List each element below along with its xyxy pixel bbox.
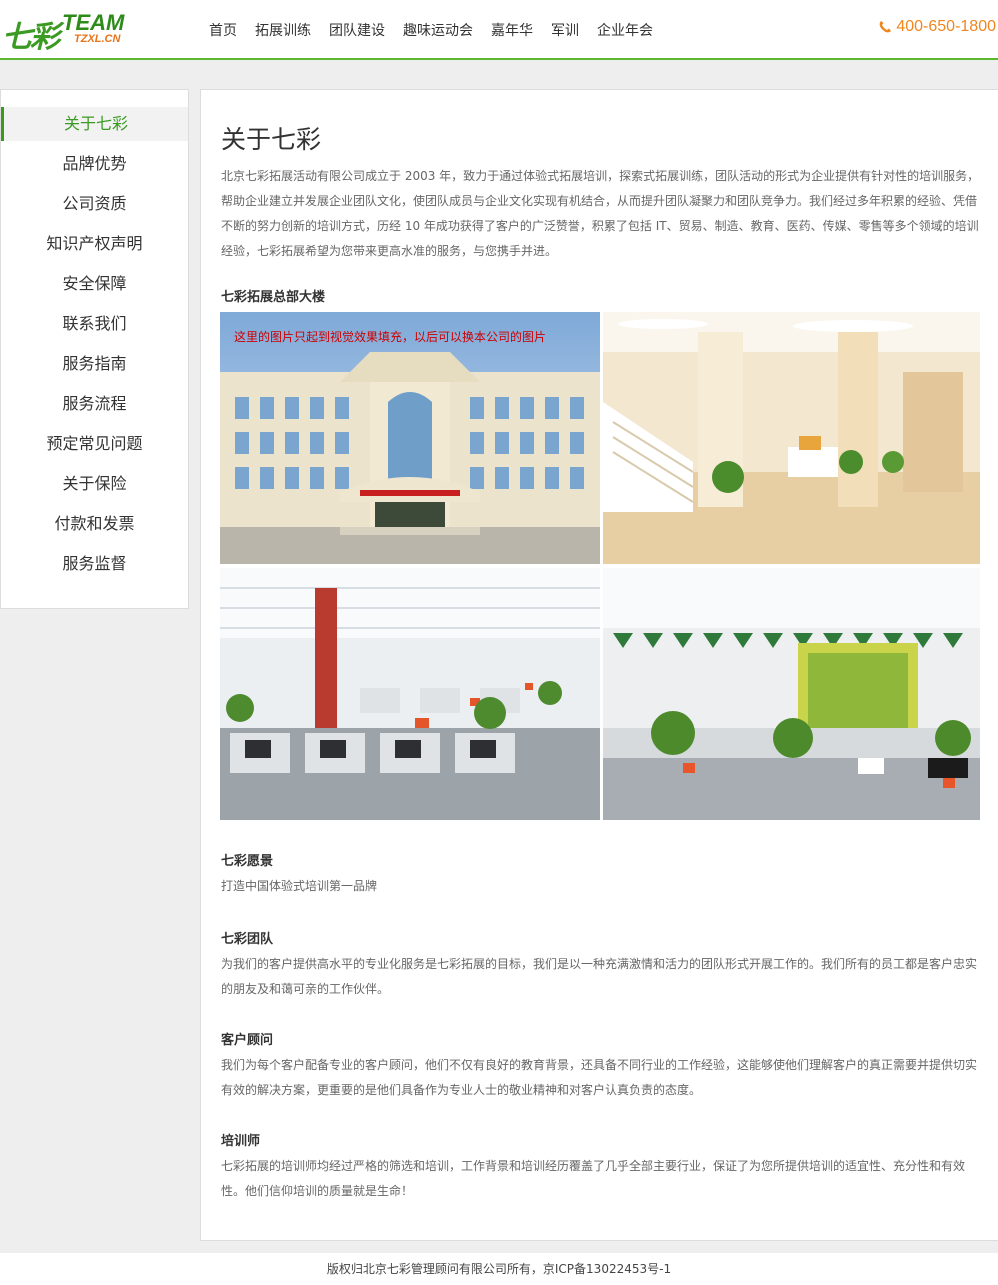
office-photo-2 xyxy=(603,568,980,820)
logo-chinese: 七彩 xyxy=(2,20,60,55)
sidebar-item-safety[interactable]: 安全保障 xyxy=(1,267,188,301)
copyright-text: 版权归北京七彩管理顾问有限公司所有，京ICP备13022453号-1 xyxy=(326,1262,672,1276)
nav-annual-party[interactable]: 企业年会 xyxy=(597,20,653,40)
site-footer: 版权归北京七彩管理顾问有限公司所有，京ICP备13022453号-1 xyxy=(0,1253,998,1285)
nav-home[interactable]: 首页 xyxy=(209,20,237,40)
hq-heading: 七彩拓展总部大楼 xyxy=(221,290,326,305)
site-logo[interactable]: 七彩 TEAM TZXL.CN xyxy=(0,10,140,55)
sidebar-item-service-process[interactable]: 服务流程 xyxy=(1,387,188,421)
consultant-text: 我们为每个客户配备专业的客户顾问，他们不仅有良好的教育背景，还具备不同行业的工作… xyxy=(221,1058,978,1097)
page-title: 关于七彩 xyxy=(221,125,322,154)
logo-domain: TZXL.CN xyxy=(74,33,121,45)
vision-heading: 七彩愿景 xyxy=(221,854,274,869)
sidebar-item-faq[interactable]: 预定常见问题 xyxy=(1,427,188,461)
nav-fun-sports[interactable]: 趣味运动会 xyxy=(403,20,473,40)
vision-text: 打造中国体验式培训第一品牌 xyxy=(221,879,378,893)
nav-team-building[interactable]: 团队建设 xyxy=(329,20,385,40)
nav-outward-training[interactable]: 拓展训练 xyxy=(255,20,311,40)
sidebar-item-qualification[interactable]: 公司资质 xyxy=(1,187,188,221)
sidebar-item-service-guide[interactable]: 服务指南 xyxy=(1,347,188,381)
phone-icon xyxy=(880,21,892,33)
building-exterior-photo: 这里的图片只起到视觉效果填充，以后可以换本公司的图片 xyxy=(220,312,600,564)
main-nav: 首页 拓展训练 团队建设 趣味运动会 嘉年华 军训 企业年会 xyxy=(200,0,662,60)
team-heading: 七彩团队 xyxy=(221,932,274,947)
sidebar-item-ip-statement[interactable]: 知识产权声明 xyxy=(1,227,188,261)
sidebar-item-contact[interactable]: 联系我们 xyxy=(1,307,188,341)
sidebar: 关于七彩 品牌优势 公司资质 知识产权声明 安全保障 联系我们 服务指南 服务流… xyxy=(0,89,189,609)
sidebar-item-supervision[interactable]: 服务监督 xyxy=(1,547,188,581)
photo-caption: 这里的图片只起到视觉效果填充，以后可以换本公司的图片 xyxy=(234,330,547,344)
team-text: 为我们的客户提供高水平的专业化服务是七彩拓展的目标，我们是以一种充满激情和活力的… xyxy=(221,957,978,996)
phone-number: 400-650-1800 xyxy=(896,18,996,35)
nav-military-training[interactable]: 军训 xyxy=(551,20,579,40)
trainer-text: 七彩拓展的培训师均经过严格的筛选和培训，工作背景和培训经历覆盖了几乎全部主要行业… xyxy=(221,1159,966,1198)
lobby-photo xyxy=(603,312,980,564)
consultant-heading: 客户顾问 xyxy=(221,1033,274,1048)
trainer-heading: 培训师 xyxy=(221,1134,261,1149)
nav-carnival[interactable]: 嘉年华 xyxy=(491,20,533,40)
site-header: 七彩 TEAM TZXL.CN 首页 拓展训练 团队建设 趣味运动会 嘉年华 军… xyxy=(0,0,998,60)
hotline[interactable]: 400-650-1800 xyxy=(878,18,996,36)
main-content: 关于七彩 北京七彩拓展活动有限公司成立于 2003 年，致力于通过体验式拓展培训… xyxy=(200,89,998,1241)
office-photo-1 xyxy=(220,568,600,820)
sidebar-item-about[interactable]: 关于七彩 xyxy=(1,107,188,141)
sidebar-item-insurance[interactable]: 关于保险 xyxy=(1,467,188,501)
intro-paragraph: 北京七彩拓展活动有限公司成立于 2003 年，致力于通过体验式拓展培训，探索式拓… xyxy=(221,169,980,258)
sidebar-item-payment-invoice[interactable]: 付款和发票 xyxy=(1,507,188,541)
sidebar-item-brand-advantage[interactable]: 品牌优势 xyxy=(1,147,188,181)
